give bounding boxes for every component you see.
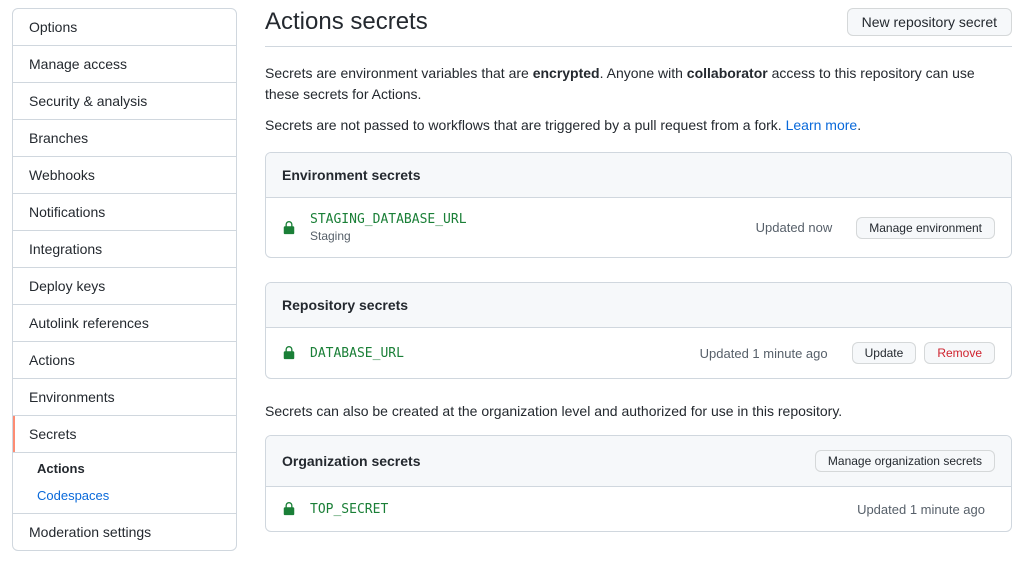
box-header: Environment secrets <box>266 153 1011 198</box>
description-line-2: Secrets are not passed to workflows that… <box>265 115 1012 136</box>
manage-environment-button[interactable]: Manage environment <box>856 217 995 239</box>
page-title: Actions secrets <box>265 8 428 36</box>
secret-info: TOP_SECRET <box>310 502 843 517</box>
row-actions: Update Remove <box>852 342 995 364</box>
updated-text: Updated now <box>756 220 833 235</box>
remove-button[interactable]: Remove <box>924 342 995 364</box>
sidebar-item-manage-access[interactable]: Manage access <box>13 46 236 83</box>
update-button[interactable]: Update <box>852 342 917 364</box>
secret-info: DATABASE_URL <box>310 346 686 361</box>
sidebar-item-webhooks[interactable]: Webhooks <box>13 157 236 194</box>
box-header: Organization secrets Manage organization… <box>266 436 1011 487</box>
sidebar-item-deploy-keys[interactable]: Deploy keys <box>13 268 236 305</box>
new-repository-secret-button[interactable]: New repository secret <box>847 8 1012 36</box>
secret-row: TOP_SECRET Updated 1 minute ago <box>266 487 1011 531</box>
desc-text: Secrets are environment variables that a… <box>265 65 533 81</box>
updated-text: Updated 1 minute ago <box>700 346 828 361</box>
sidebar-item-options[interactable]: Options <box>13 9 236 46</box>
desc-strong-encrypted: encrypted <box>533 65 600 81</box>
description-line-1: Secrets are environment variables that a… <box>265 63 1012 105</box>
sidebar-sub-codespaces[interactable]: Codespaces <box>13 482 236 513</box>
sidebar-item-notifications[interactable]: Notifications <box>13 194 236 231</box>
desc-text: Secrets are not passed to workflows that… <box>265 117 786 133</box>
lock-icon <box>282 501 296 517</box>
sidebar-item-branches[interactable]: Branches <box>13 120 236 157</box>
box-title: Organization secrets <box>282 453 421 469</box>
sidebar-item-environments[interactable]: Environments <box>13 379 236 416</box>
learn-more-link[interactable]: Learn more <box>786 117 858 133</box>
sidebar-item-autolink-references[interactable]: Autolink references <box>13 305 236 342</box>
sidebar-sub-actions[interactable]: Actions <box>13 453 236 482</box>
lock-icon <box>282 220 296 236</box>
manage-organization-secrets-button[interactable]: Manage organization secrets <box>815 450 995 472</box>
box-header: Repository secrets <box>266 283 1011 328</box>
sidebar-item-moderation-settings[interactable]: Moderation settings <box>13 514 236 550</box>
sidebar-item-security-analysis[interactable]: Security & analysis <box>13 83 236 120</box>
environment-secrets-box: Environment secrets STAGING_DATABASE_URL… <box>265 152 1012 258</box>
organization-secrets-box: Organization secrets Manage organization… <box>265 435 1012 532</box>
lock-icon <box>282 345 296 361</box>
box-title: Repository secrets <box>282 297 408 313</box>
updated-text: Updated 1 minute ago <box>857 502 985 517</box>
desc-strong-collaborator: collaborator <box>687 65 768 81</box>
secret-name: STAGING_DATABASE_URL <box>310 212 742 227</box>
secret-row: DATABASE_URL Updated 1 minute ago Update… <box>266 328 1011 378</box>
box-title: Environment secrets <box>282 167 421 183</box>
desc-text: . <box>857 117 861 133</box>
main-content: Actions secrets New repository secret Se… <box>237 8 1012 556</box>
sidebar-item-integrations[interactable]: Integrations <box>13 231 236 268</box>
secret-environment: Staging <box>310 229 742 243</box>
sidebar-sub-group: Actions Codespaces <box>13 453 236 514</box>
page-header: Actions secrets New repository secret <box>265 8 1012 47</box>
secret-name: TOP_SECRET <box>310 502 843 517</box>
organization-note: Secrets can also be created at the organ… <box>265 403 1012 419</box>
secret-row: STAGING_DATABASE_URL Staging Updated now… <box>266 198 1011 257</box>
secret-name: DATABASE_URL <box>310 346 686 361</box>
secret-info: STAGING_DATABASE_URL Staging <box>310 212 742 243</box>
sidebar-item-actions[interactable]: Actions <box>13 342 236 379</box>
desc-text: . Anyone with <box>600 65 687 81</box>
repository-secrets-box: Repository secrets DATABASE_URL Updated … <box>265 282 1012 379</box>
settings-sidebar: Options Manage access Security & analysi… <box>12 8 237 551</box>
sidebar-item-secrets[interactable]: Secrets <box>13 416 236 453</box>
